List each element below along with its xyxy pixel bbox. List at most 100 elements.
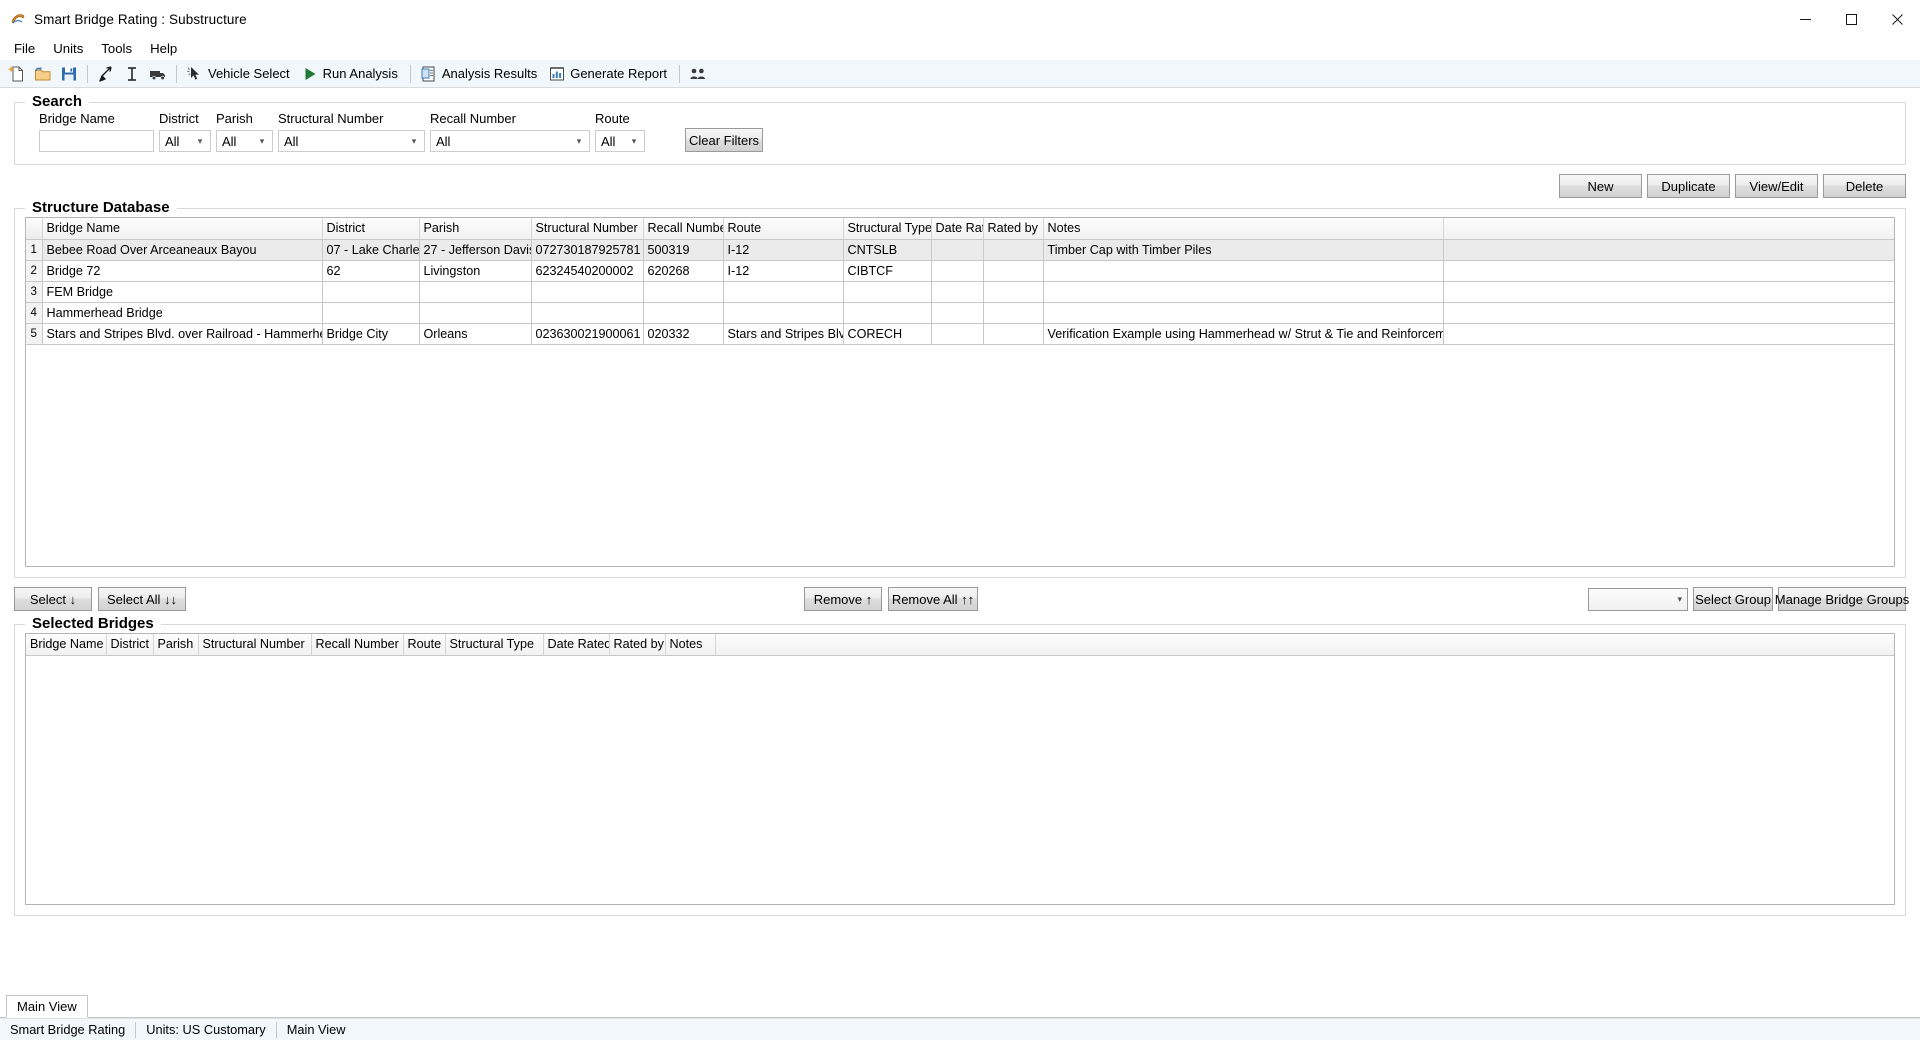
district-filter[interactable]: All ▾ xyxy=(159,130,211,152)
col-notes[interactable]: Notes xyxy=(1043,218,1443,239)
sel-col-bridge-name[interactable]: Bridge Name xyxy=(26,634,106,655)
col-route[interactable]: Route xyxy=(723,218,843,239)
cell-structural-number xyxy=(531,302,643,323)
select-group-button[interactable]: Select Group xyxy=(1693,587,1773,611)
table-row[interactable]: 1 Bebee Road Over Arceaneaux Bayou 07 - … xyxy=(26,239,1894,260)
sel-col-rated-by[interactable]: Rated by xyxy=(609,634,665,655)
table-row[interactable]: 5 Stars and Stripes Blvd. over Railroad … xyxy=(26,323,1894,344)
sel-col-recall-number[interactable]: Recall Number xyxy=(311,634,403,655)
col-date-rated[interactable]: Date Rated xyxy=(931,218,983,239)
row-header-corner[interactable] xyxy=(26,218,42,239)
maximize-button[interactable] xyxy=(1828,0,1874,38)
bridge-groups-button[interactable] xyxy=(685,61,711,87)
menu-help[interactable]: Help xyxy=(141,39,186,59)
sel-col-notes[interactable]: Notes xyxy=(665,634,715,655)
table-row[interactable]: 4 Hammerhead Bridge xyxy=(26,302,1894,323)
main-content: Search Bridge Name District All ▾ Parish xyxy=(0,102,1920,916)
status-app-name: Smart Bridge Rating xyxy=(0,1022,135,1038)
open-file-button[interactable] xyxy=(30,61,56,87)
col-structural-number[interactable]: Structural Number xyxy=(531,218,643,239)
table-row[interactable]: 3 FEM Bridge xyxy=(26,281,1894,302)
menu-units[interactable]: Units xyxy=(44,39,92,59)
select-all-button[interactable]: Select All ↓↓ xyxy=(98,587,186,611)
window-title: Smart Bridge Rating : Substructure xyxy=(34,12,247,27)
generate-report-label: Generate Report xyxy=(570,66,670,81)
vehicle-select-button[interactable]: Vehicle Select xyxy=(182,61,297,87)
col-parish[interactable]: Parish xyxy=(419,218,531,239)
select-button[interactable]: Select ↓ xyxy=(14,587,92,611)
bridge-name-field[interactable] xyxy=(39,130,154,152)
generate-report-button[interactable]: Generate Report xyxy=(544,61,674,87)
cell-rated-by xyxy=(983,281,1043,302)
manage-bridge-groups-button[interactable]: Manage Bridge Groups xyxy=(1778,587,1906,611)
col-rated-by[interactable]: Rated by xyxy=(983,218,1043,239)
menu-tools[interactable]: Tools xyxy=(92,39,141,59)
cell-filler xyxy=(1443,239,1894,260)
pointer-tool-button[interactable] xyxy=(93,61,119,87)
table-row[interactable]: 2 Bridge 72 62 Livingston 62324540200002… xyxy=(26,260,1894,281)
close-button[interactable] xyxy=(1874,0,1920,38)
route-filter[interactable]: All ▾ xyxy=(595,130,645,152)
status-bar: Smart Bridge Rating Units: US Customary … xyxy=(0,1018,1920,1040)
cell-recall-number xyxy=(643,302,723,323)
sel-col-route[interactable]: Route xyxy=(403,634,445,655)
delete-button[interactable]: Delete xyxy=(1823,174,1906,198)
cell-route: I-12 xyxy=(723,260,843,281)
structural-number-filter[interactable]: All ▾ xyxy=(278,130,425,152)
structure-database-grid[interactable]: Bridge Name District Parish Structural N… xyxy=(25,217,1895,567)
recall-number-filter[interactable]: All ▾ xyxy=(430,130,590,152)
district-filter-wrap: District All ▾ xyxy=(159,111,216,152)
col-structural-type[interactable]: Structural Type xyxy=(843,218,931,239)
col-district[interactable]: District xyxy=(322,218,419,239)
cell-route: I-12 xyxy=(723,239,843,260)
sel-col-district[interactable]: District xyxy=(106,634,153,655)
chevron-down-icon: ▾ xyxy=(256,136,272,147)
cell-parish: 27 - Jefferson Davis xyxy=(419,239,531,260)
truck-tool-button[interactable] xyxy=(145,61,171,87)
sel-col-structural-type[interactable]: Structural Type xyxy=(445,634,543,655)
clear-filters-button[interactable]: Clear Filters xyxy=(685,128,763,152)
new-file-button[interactable] xyxy=(4,61,30,87)
duplicate-button[interactable]: Duplicate xyxy=(1647,174,1730,198)
text-tool-button[interactable] xyxy=(119,61,145,87)
structure-database-title: Structure Database xyxy=(25,199,177,216)
new-button[interactable]: New xyxy=(1559,174,1642,198)
arrow-tool-icon xyxy=(97,65,115,83)
remove-button[interactable]: Remove ↑ xyxy=(804,587,882,611)
bridge-group-combo[interactable]: ▾ xyxy=(1588,588,1688,611)
col-bridge-name[interactable]: Bridge Name xyxy=(42,218,322,239)
title-bar: Smart Bridge Rating : Substructure xyxy=(0,0,1920,38)
cell-date-rated xyxy=(931,302,983,323)
analysis-results-button[interactable]: Analysis Results xyxy=(416,61,544,87)
parish-filter[interactable]: All ▾ xyxy=(216,130,273,152)
cell-rated-by xyxy=(983,260,1043,281)
separator-4 xyxy=(679,65,680,83)
minimize-button[interactable] xyxy=(1782,0,1828,38)
tab-main-view[interactable]: Main View xyxy=(6,995,88,1018)
selected-bridges-grid[interactable]: Bridge Name District Parish Structural N… xyxy=(25,633,1895,905)
menu-file[interactable]: File xyxy=(5,39,44,59)
cell-district xyxy=(322,302,419,323)
remove-all-button[interactable]: Remove All ↑↑ xyxy=(888,587,978,611)
cell-recall-number xyxy=(643,281,723,302)
tab-main-view-label: Main View xyxy=(17,999,77,1014)
cell-rated-by xyxy=(983,302,1043,323)
district-filter-value: All xyxy=(165,134,194,149)
cell-parish: Livingston xyxy=(419,260,531,281)
district-label: District xyxy=(159,111,216,126)
cell-bridge-name: Bebee Road Over Arceaneaux Bayou xyxy=(42,239,322,260)
chevron-down-icon: ▾ xyxy=(194,136,210,147)
recall-number-filter-value: All xyxy=(436,134,573,149)
bridge-name-field-wrap: Bridge Name xyxy=(39,111,159,152)
sel-col-date-rated[interactable]: Date Rated xyxy=(543,634,609,655)
cell-rated-by xyxy=(983,239,1043,260)
cell-filler xyxy=(1443,260,1894,281)
open-folder-icon xyxy=(34,65,52,83)
run-analysis-button[interactable]: Run Analysis xyxy=(297,61,405,87)
parish-label: Parish xyxy=(216,111,278,126)
col-recall-number[interactable]: Recall Number xyxy=(643,218,723,239)
sel-col-structural-number[interactable]: Structural Number xyxy=(198,634,311,655)
sel-col-parish[interactable]: Parish xyxy=(153,634,198,655)
view-edit-button[interactable]: View/Edit xyxy=(1735,174,1818,198)
save-file-button[interactable] xyxy=(56,61,82,87)
